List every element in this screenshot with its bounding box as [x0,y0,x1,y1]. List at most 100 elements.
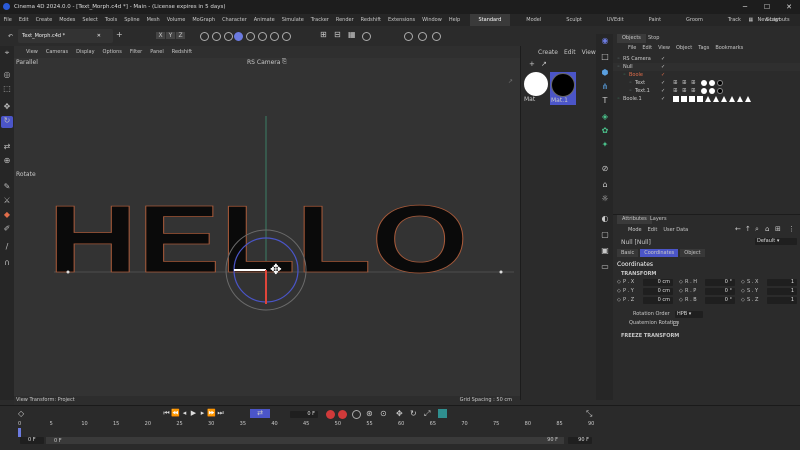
object-row[interactable]: ◦ Null ✓ [613,63,800,71]
keyframe-dot-icon[interactable]: ◇ [679,288,683,295]
attribute-menu-mode[interactable]: Mode [628,227,642,233]
text-tag-icon[interactable]: ꕥ [691,87,696,95]
cube-outline-icon[interactable]: □ [600,52,610,62]
object-menu-file[interactable]: File [628,45,636,51]
tab-objects[interactable]: Objects [617,34,646,43]
menu-item-extensions[interactable]: Extensions [388,14,415,26]
coord-field[interactable]: 1 [767,279,797,286]
timeline-ruler[interactable]: 0 5 10 15 20 25 30 35 40 45 50 55 60 65 70 75 80 85 90 [18,421,596,429]
subtab-basic[interactable]: Basic [617,249,639,257]
go-to-end-icon[interactable]: ⏭ [216,409,225,418]
material-tag-icon[interactable] [729,96,735,102]
visibility-check-icon[interactable]: ✓ [661,55,665,63]
transfer-icon[interactable]: ⇄ [2,142,12,152]
keyframe-dot-icon[interactable]: ◇ [617,297,621,304]
document-tab[interactable]: Text_Morph.c4d * ✕ [18,29,113,43]
coord-field[interactable]: 0 ° [705,297,735,304]
magnet-icon[interactable]: ∩ [2,258,12,268]
next-key-icon[interactable]: ⏩ [207,409,216,418]
menu-item-volume[interactable]: Volume [167,14,186,26]
material-add-icon[interactable]: + [529,60,535,68]
tag-icon[interactable] [673,96,679,102]
light-icon[interactable]: ☼ [600,194,610,204]
picture-viewer-icon[interactable]: ▣ [600,246,610,256]
rotation-order-dropdown[interactable]: HPB ▾ [675,311,703,318]
material-tag-icon[interactable] [701,88,707,94]
new-window-icon[interactable]: ⊞ [775,225,781,233]
viewport-menu-filter[interactable]: Filter [130,46,142,58]
menu-item-tracker[interactable]: Tracker [311,14,329,26]
render-picture-icon[interactable] [418,32,427,41]
material-tag-icon[interactable] [681,96,687,102]
parameter-key-icon[interactable] [438,409,447,418]
material-item-selected[interactable]: Mat.1 [550,72,576,105]
keyframe-dot-icon[interactable]: ◇ [741,297,745,304]
prev-key-icon[interactable]: ⏪ [171,409,180,418]
menu-item-create[interactable]: Create [36,14,53,26]
object-menu-tags[interactable]: Tags [698,45,709,51]
live-select-icon[interactable]: ◎ [2,70,12,80]
timeline-expand-icon[interactable]: ⤡ [586,409,592,419]
tag-icon[interactable] [721,96,727,102]
material-menu-view[interactable]: View [582,49,596,56]
object-menu-bookmarks[interactable]: Bookmarks [715,45,743,51]
object-row[interactable]: ◦ RS Camera ✓ [613,55,800,63]
tag-icon[interactable] [689,96,695,102]
layout-tab-model[interactable]: Model [517,14,550,26]
spline-icon[interactable]: ⋔ [600,82,610,92]
select-icon[interactable]: ⌖ [2,48,12,58]
search-icon[interactable]: ⌕ [755,225,759,234]
min-frame-field[interactable]: 0 F [20,437,44,444]
y-axis-button[interactable]: Y [166,32,175,39]
transform-group-heading[interactable]: TRANSFORM [621,271,656,277]
keyframe-dot-icon[interactable]: ◇ [741,288,745,295]
layout-tab-paint[interactable]: Paint [640,14,670,26]
knife-icon[interactable]: ⚔ [2,196,12,206]
menu-item-spline[interactable]: Spline [124,14,139,26]
back-arrow-icon[interactable]: ← [735,225,741,233]
go-to-start-icon[interactable]: ⏮ [162,409,171,418]
maximize-button[interactable]: ☐ [756,0,778,14]
keyframe-dot-icon[interactable]: ◇ [679,279,683,286]
coordinate-icon[interactable]: ⊕ [2,156,12,166]
redshift-icon[interactable]: ◉ [600,36,610,46]
menu-item-redshift[interactable]: Redshift [361,14,381,26]
generator-icon[interactable]: ◈ [600,112,610,122]
field-icon[interactable]: ✦ [600,140,610,150]
menu-item-file[interactable]: File [4,14,12,26]
menu-item-modes[interactable]: Modes [59,14,75,26]
menu-item-window[interactable]: Window [422,14,442,26]
close-button[interactable]: ✕ [778,0,800,14]
layout-tab-standard[interactable]: Standard [469,14,511,26]
layout-tab-nodes[interactable]: Nodes [796,14,800,26]
tab-layers[interactable]: Layers [645,215,672,224]
material-tag-icon[interactable] [701,80,707,86]
weight-icon[interactable]: ◆ [2,210,12,220]
polygons-mode-icon[interactable] [270,32,279,41]
material-arrow-icon[interactable]: ↗ [541,60,547,68]
text-tag-icon[interactable]: ꕥ [691,79,696,87]
quaternion-checkbox[interactable] [673,321,678,326]
viewport-menu-display[interactable]: Display [76,46,94,58]
rotate-tool-icon[interactable]: ↻ [1,116,13,128]
material-tag-icon[interactable] [709,88,715,94]
coord-field[interactable]: 0 ° [705,288,735,295]
visibility-check-icon[interactable]: ✓ [661,71,665,79]
close-tab-icon[interactable]: ✕ [97,29,101,43]
keyframe-icon[interactable]: ◇ [18,409,24,418]
uv-mode-icon[interactable] [282,32,291,41]
layout-tab-sculpt[interactable]: Sculpt [557,14,591,26]
keyframe-dot-icon[interactable]: ◇ [617,288,621,295]
paint-icon[interactable]: ✐ [2,224,12,234]
tag-icon[interactable] [705,96,711,102]
layout-tab-uvedit[interactable]: UVEdit [598,14,633,26]
rotate-mode-icon[interactable] [224,32,233,41]
menu-item-animate[interactable]: Animate [254,14,275,26]
key-mode-icon[interactable]: ⊛ [366,409,373,418]
visibility-check-icon[interactable]: ✓ [661,79,665,87]
viewport[interactable]: Parallel RS Camera ⎘ Rotate HELLO ✥ ↗ [14,58,520,396]
menu-item-render[interactable]: Render [336,14,354,26]
object-row[interactable]: ◦ Text.1 ✓ ꕥ ꕥ ꕥ [613,87,800,95]
visibility-check-icon[interactable]: ✓ [661,95,665,103]
snap-icon[interactable]: ⊞ [320,30,327,39]
